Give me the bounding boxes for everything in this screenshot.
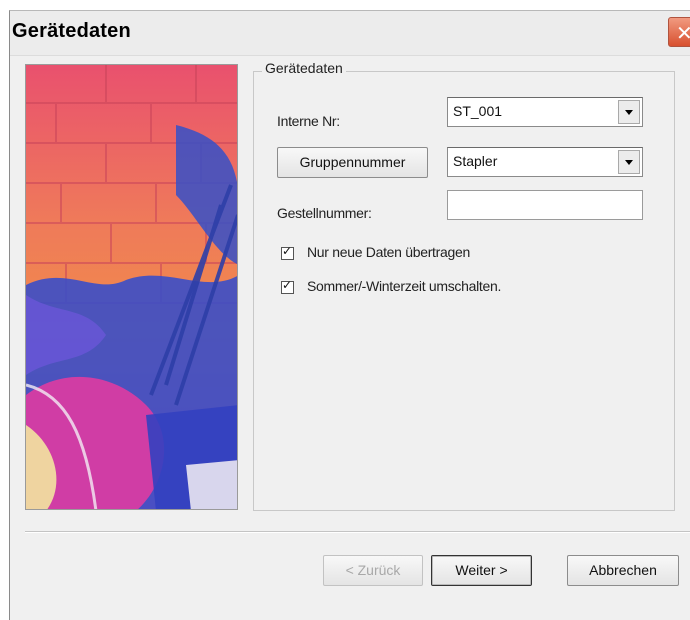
sommer-winterzeit-checkbox[interactable]: ✓ xyxy=(281,278,294,294)
interne-nr-value: ST_001 xyxy=(453,103,503,119)
chevron-down-icon xyxy=(625,110,633,115)
close-icon: ✕ xyxy=(676,21,690,45)
interne-nr-combobox[interactable]: ST_001 xyxy=(447,97,643,127)
weiter-button[interactable]: Weiter > xyxy=(431,555,532,586)
footer-divider xyxy=(25,531,690,533)
gruppe-value: Stapler xyxy=(453,153,498,169)
zurueck-button[interactable]: < Zurück xyxy=(323,555,423,586)
gestellnummer-input[interactable] xyxy=(447,190,643,220)
graffiti-banner-image xyxy=(25,64,238,510)
window-title: Gerätedaten xyxy=(12,20,131,42)
gruppennummer-button[interactable]: Gruppennummer xyxy=(277,147,428,178)
interne-nr-dropdown-button[interactable] xyxy=(618,100,640,124)
close-button[interactable]: ✕ xyxy=(668,17,690,47)
chevron-down-icon xyxy=(625,160,633,165)
gestellnummer-label: Gestellnummer: xyxy=(277,205,372,221)
nur-neue-daten-label: Nur neue Daten übertragen xyxy=(307,244,470,260)
gruppe-combobox[interactable]: Stapler xyxy=(447,147,643,177)
title-bar: Gerätedaten ✕ xyxy=(10,11,690,56)
nur-neue-daten-checkbox[interactable]: ✓ xyxy=(281,244,294,260)
interne-nr-label: Interne Nr: xyxy=(277,113,340,129)
groupbox-legend: Gerätedaten xyxy=(262,60,346,76)
abbrechen-button[interactable]: Abbrechen xyxy=(567,555,679,586)
gruppe-dropdown-button[interactable] xyxy=(618,150,640,174)
sommer-winterzeit-label: Sommer/-Winterzeit umschalten. xyxy=(307,278,502,294)
